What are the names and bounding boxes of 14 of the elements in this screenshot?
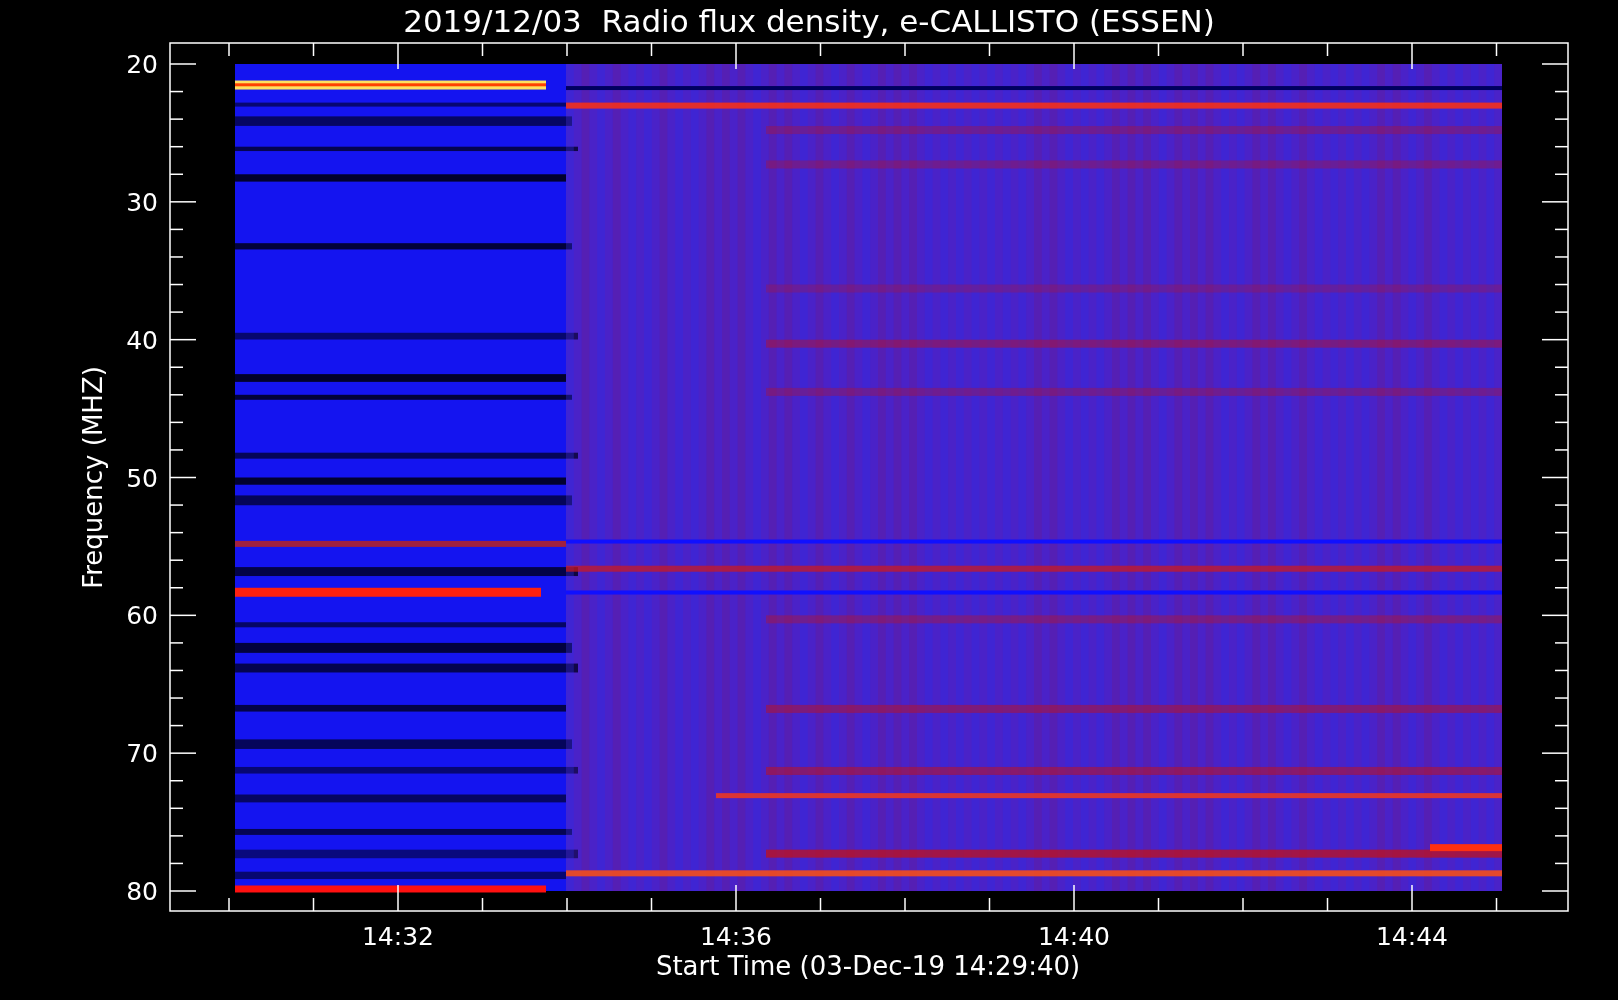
x-tick-label: 14:36 — [700, 922, 772, 951]
y-tick-label: 40 — [126, 325, 158, 355]
y-tick-label: 80 — [126, 877, 158, 906]
x-axis-label: Start Time (03-Dec-19 14:29:40) — [655, 951, 1081, 981]
y-tick-label: 60 — [126, 601, 158, 631]
chart-title: 2019/12/03 Radio flux density, e-CALLISTO (ESSEN) — [403, 3, 1215, 39]
x-tick-label: 14:32 — [362, 922, 434, 951]
y-axis-label: Frequency (MHZ) — [78, 366, 108, 589]
y-tick-label: 30 — [126, 187, 158, 217]
y-tick-label: 20 — [126, 50, 158, 79]
y-tick-label: 50 — [126, 463, 158, 493]
y-tick-label: 70 — [126, 739, 158, 769]
x-tick-label: 14:44 — [1376, 922, 1448, 951]
x-tick-label: 14:40 — [1038, 922, 1110, 951]
